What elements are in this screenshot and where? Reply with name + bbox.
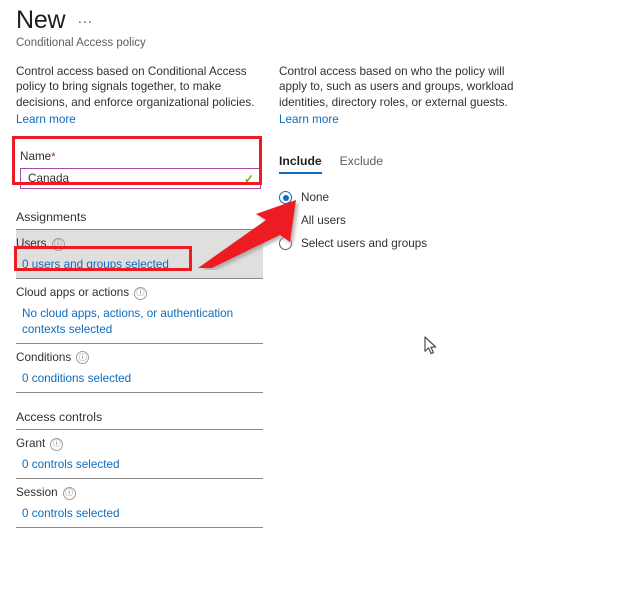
mouse-cursor-icon	[424, 336, 437, 355]
page-subtitle: Conditional Access policy	[16, 37, 146, 49]
assignment-group-users[interactable]: Users ⓘ 0 users and groups selected	[16, 230, 263, 279]
validation-check-icon: ✓	[243, 171, 254, 186]
user-scope-radio-group: None All users Select users and groups	[279, 186, 529, 255]
right-panel: Control access based on who the policy w…	[279, 64, 529, 255]
radio-label-select-users-and-groups: Select users and groups	[301, 237, 428, 251]
tab-exclude[interactable]: Exclude	[340, 154, 383, 174]
radio-label-none: None	[301, 191, 329, 205]
radio-icon[interactable]	[279, 237, 292, 251]
cloud-apps-label-text: Cloud apps or actions	[16, 286, 130, 300]
divider	[16, 392, 263, 394]
conditions-label-text: Conditions	[16, 350, 72, 364]
radio-option-all-users[interactable]: All users	[279, 209, 529, 232]
users-label: Users ⓘ	[16, 236, 263, 252]
users-selected-link[interactable]: 0 users and groups selected	[16, 257, 237, 272]
name-field-block: Name* Canada ✓	[16, 145, 263, 193]
name-input[interactable]: Canada ✓	[20, 168, 261, 190]
info-icon[interactable]: ⓘ	[50, 437, 64, 451]
tab-include[interactable]: Include	[279, 154, 322, 175]
left-panel: Control access based on Conditional Acce…	[16, 64, 263, 529]
conditions-selected-link[interactable]: 0 conditions selected	[16, 371, 237, 386]
cloud-apps-selected-link[interactable]: No cloud apps, actions, or authenticatio…	[16, 306, 237, 336]
info-icon[interactable]: ⓘ	[76, 351, 90, 365]
grant-label: Grant ⓘ	[16, 436, 263, 452]
page-header: New ··· Conditional Access policy	[16, 6, 576, 51]
page-title-row: New ···	[16, 6, 576, 34]
right-learn-more-link[interactable]: Learn more	[279, 112, 339, 127]
radio-option-select-users-and-groups[interactable]: Select users and groups	[279, 232, 529, 255]
page-title: New	[16, 6, 66, 34]
assignment-group-conditions[interactable]: Conditions ⓘ 0 conditions selected	[16, 344, 263, 392]
left-learn-more-link[interactable]: Learn more	[16, 112, 76, 127]
assignments-heading: Assignments	[16, 210, 87, 225]
session-label-text: Session	[16, 486, 58, 500]
grant-selected-link[interactable]: 0 controls selected	[16, 457, 237, 472]
session-label: Session ⓘ	[16, 485, 263, 501]
session-selected-link[interactable]: 0 controls selected	[16, 506, 237, 521]
info-icon[interactable]: ⓘ	[51, 237, 65, 251]
radio-label-all-users: All users	[301, 214, 346, 228]
info-icon[interactable]: ⓘ	[62, 486, 76, 500]
access-controls-heading: Access controls	[16, 410, 103, 425]
radio-icon[interactable]	[279, 214, 292, 228]
name-field-label: Name*	[20, 149, 261, 165]
access-control-group-grant[interactable]: Grant ⓘ 0 controls selected	[16, 430, 263, 478]
overflow-menu-icon[interactable]: ···	[77, 14, 92, 34]
access-control-group-session[interactable]: Session ⓘ 0 controls selected	[16, 479, 263, 527]
left-panel-description: Control access based on Conditional Acce…	[16, 65, 255, 109]
grant-label-text: Grant	[16, 437, 46, 451]
required-asterisk: *	[51, 151, 56, 164]
name-input-value[interactable]: Canada	[28, 172, 244, 185]
radio-icon[interactable]	[279, 191, 292, 205]
cloud-apps-label: Cloud apps or actions ⓘ	[16, 285, 263, 301]
right-panel-description: Control access based on who the policy w…	[279, 65, 514, 109]
name-label-text: Name	[20, 150, 52, 164]
divider	[16, 527, 263, 529]
radio-option-none[interactable]: None	[279, 186, 529, 209]
conditions-label: Conditions ⓘ	[16, 350, 263, 366]
include-exclude-tabs: Include Exclude	[279, 154, 529, 175]
users-label-text: Users	[16, 237, 47, 251]
assignment-group-cloud-apps[interactable]: Cloud apps or actions ⓘ No cloud apps, a…	[16, 279, 263, 342]
info-icon[interactable]: ⓘ	[134, 286, 148, 300]
